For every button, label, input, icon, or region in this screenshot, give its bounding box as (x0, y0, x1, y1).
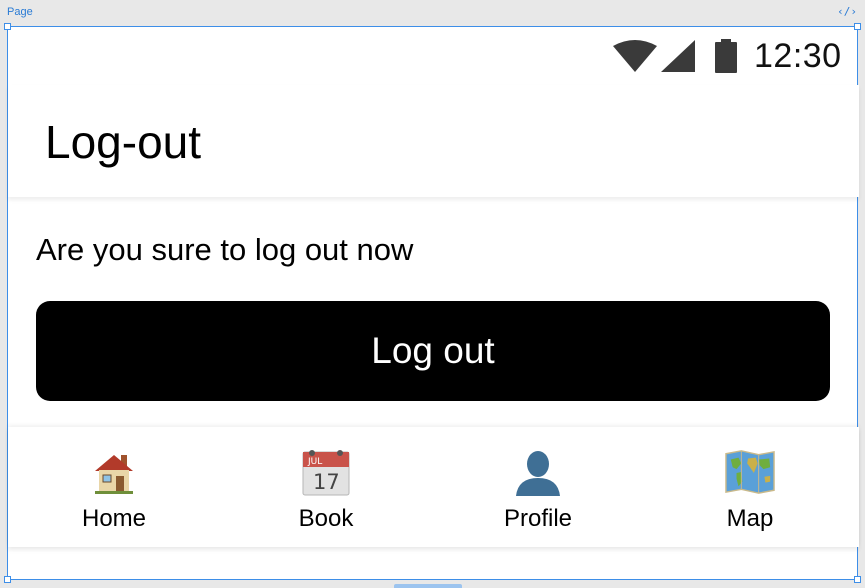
logout-button[interactable]: Log out (36, 301, 830, 401)
person-icon (513, 447, 563, 497)
editor-canvas-bar: Page ‹/› (0, 0, 865, 26)
battery-icon (715, 39, 737, 73)
nav-label-book: Book (298, 505, 354, 532)
nav-item-home[interactable]: Home (8, 427, 220, 547)
page-label[interactable]: Page (7, 6, 33, 18)
page-title: Log-out (45, 116, 202, 168)
calendar-icon: JUL 17 (301, 447, 351, 497)
resize-handle-bottom-right[interactable] (854, 576, 861, 583)
cellular-signal-icon (661, 40, 695, 72)
resize-handle-bottom-left[interactable] (4, 576, 11, 583)
code-view-icon[interactable]: ‹/› (837, 5, 857, 18)
device-frame: 12:30 Log-out Are you sure to log out no… (4, 23, 861, 583)
nav-item-profile[interactable]: Profile (432, 427, 644, 547)
logout-confirmation-text: Are you sure to log out now (36, 232, 414, 267)
nav-label-map: Map (726, 505, 774, 532)
world-map-icon (725, 447, 775, 497)
calendar-month: JUL (307, 457, 322, 467)
frame-bottom-tab[interactable] (394, 584, 462, 588)
nav-label-profile: Profile (503, 505, 573, 532)
nav-label-home: Home (81, 505, 147, 532)
status-time: 12:30 (754, 37, 842, 75)
nav-item-map[interactable]: Map (644, 427, 856, 547)
status-bar: 12:30 (8, 27, 859, 85)
nav-item-book[interactable]: JUL 17 Book (220, 427, 432, 547)
app-header: Log-out (8, 85, 859, 197)
wifi-icon (613, 40, 657, 72)
bottom-navigation: Home JUL 17 Book Profile Map (8, 427, 859, 547)
house-icon (89, 447, 139, 497)
calendar-day: 17 (313, 470, 340, 494)
